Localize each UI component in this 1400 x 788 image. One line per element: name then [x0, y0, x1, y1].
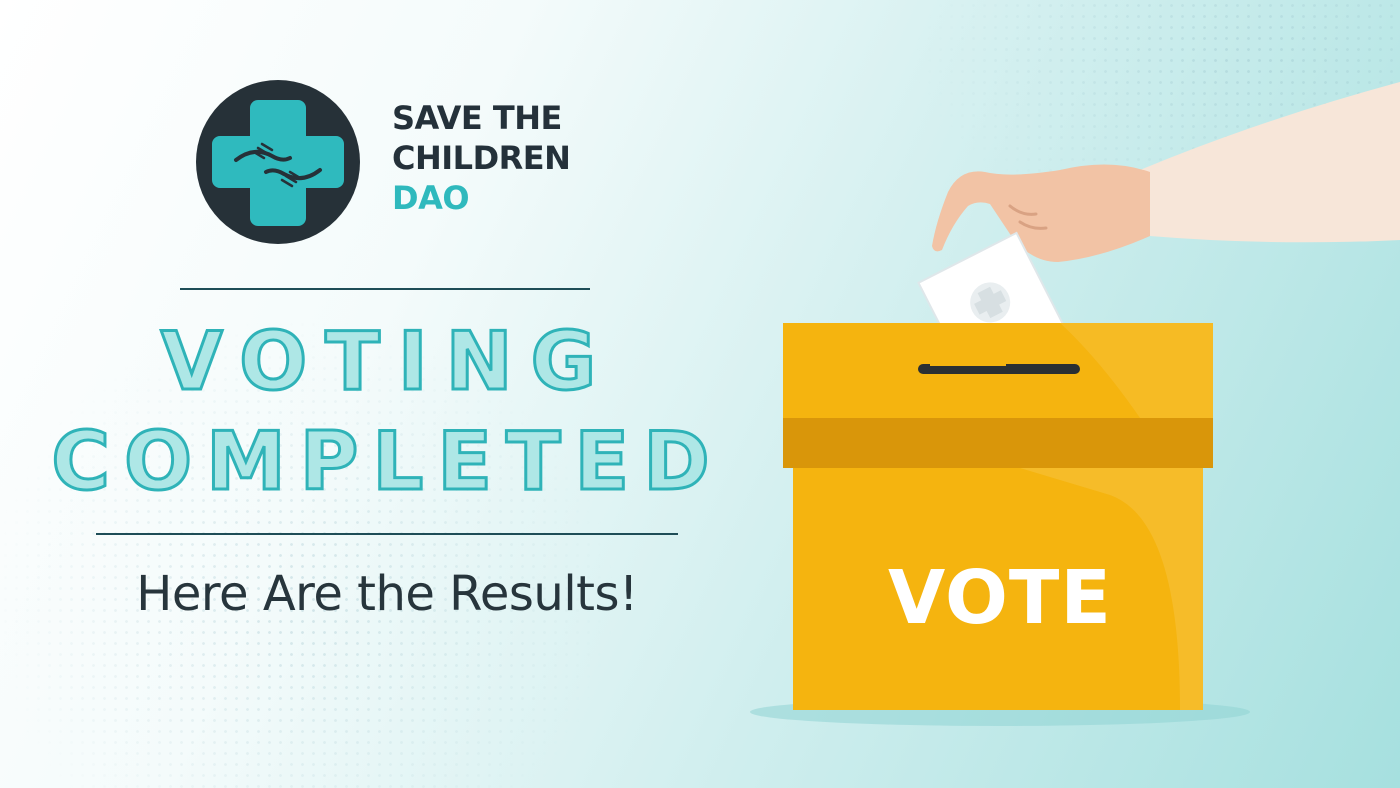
hand [932, 164, 1150, 262]
ballot-box-illustration [750, 82, 1400, 726]
box-band [783, 418, 1213, 468]
sleeve [1140, 82, 1400, 243]
box-vote-label: VOTE [888, 555, 1112, 641]
promo-banner: SAVE THE CHILDREN DAO VOTING COMPLETED H… [0, 0, 1400, 788]
